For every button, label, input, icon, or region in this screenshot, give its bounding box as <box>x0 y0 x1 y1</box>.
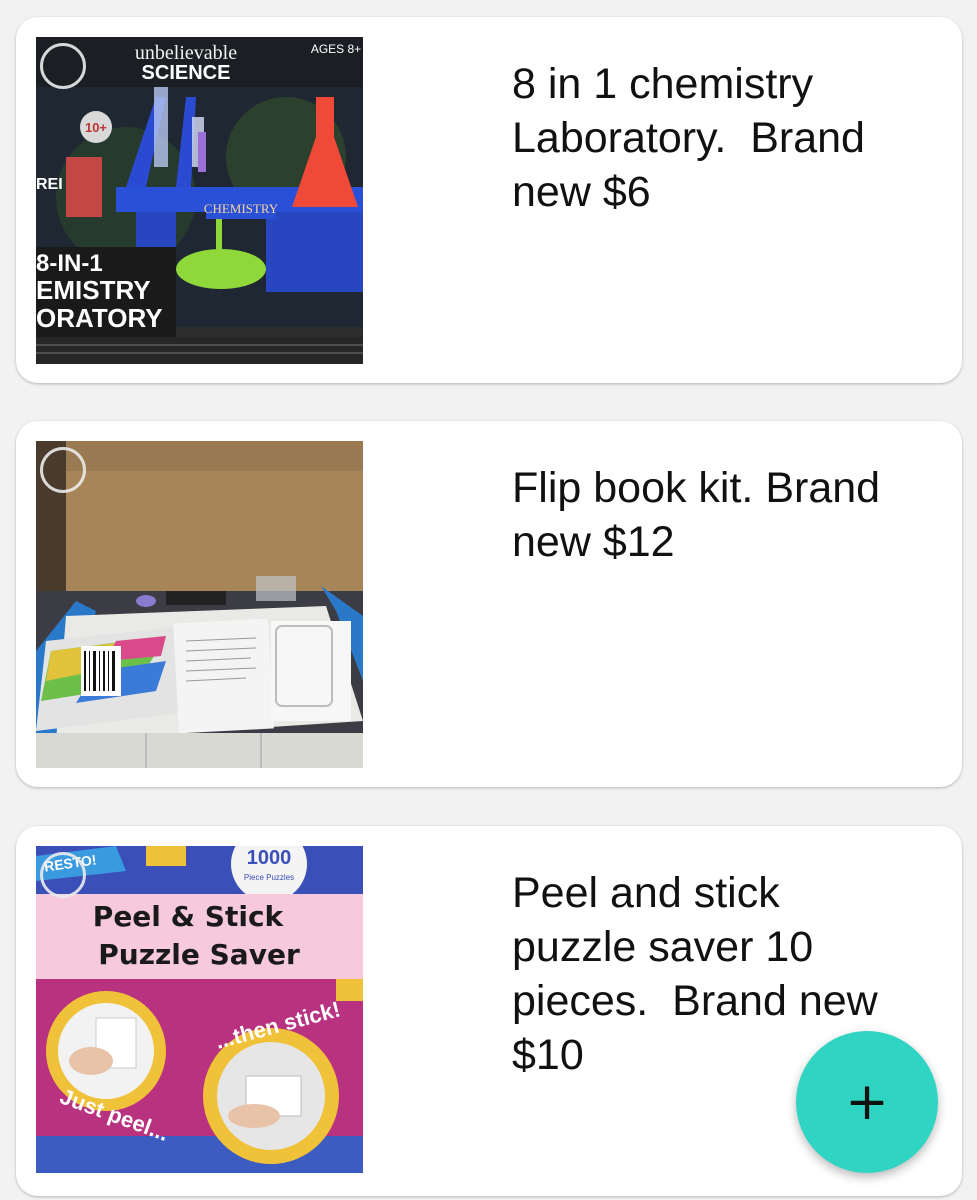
listing-description[interactable]: 8 in 1 chemistry Laboratory. Brand new $… <box>512 57 932 219</box>
listing-photo[interactable]: RESTO! 1000 Piece Puzzles Peel & Stick P… <box>36 846 363 1173</box>
side-text: REI <box>36 176 63 193</box>
listing-photo[interactable] <box>36 441 363 768</box>
puzzle-saver-image: RESTO! 1000 Piece Puzzles Peel & Stick P… <box>36 846 363 1173</box>
badge-text: 10+ <box>85 120 107 135</box>
listing-card[interactable]: Flip book kit. Brand new $12 <box>16 421 962 787</box>
title-line1-text: Peel & Stick <box>93 900 285 933</box>
chemistry-kit-image: CHEMISTRY unbelievable SCIENCE AGES 8+ 1… <box>36 37 363 364</box>
title-line2-text: Puzzle Saver <box>98 938 300 971</box>
listing-list: CHEMISTRY unbelievable SCIENCE AGES 8+ 1… <box>0 0 977 1200</box>
product-line2-text: EMISTRY <box>36 275 151 305</box>
add-listing-button[interactable]: + <box>796 1031 938 1173</box>
badge-number-text: 1000 <box>247 847 292 869</box>
plus-icon: + <box>845 1072 889 1132</box>
listing-photo[interactable]: CHEMISTRY unbelievable SCIENCE AGES 8+ 1… <box>36 37 363 364</box>
ages-text: AGES 8+ <box>311 42 361 56</box>
product-line1-text: 8-IN-1 <box>36 250 103 277</box>
box-label-text: CHEMISTRY <box>204 201 279 216</box>
select-circle-icon[interactable] <box>40 43 86 89</box>
select-circle-icon[interactable] <box>40 447 86 493</box>
brand-top-text: unbelievable <box>135 42 237 64</box>
product-line3-text: ORATORY <box>36 303 163 333</box>
select-circle-icon[interactable] <box>40 852 86 898</box>
flip-book-kit-image <box>36 441 363 768</box>
listing-card[interactable]: CHEMISTRY unbelievable SCIENCE AGES 8+ 1… <box>16 17 962 383</box>
brand-main-text: SCIENCE <box>142 62 231 84</box>
badge-sub-text: Piece Puzzles <box>244 873 294 882</box>
listing-description[interactable]: Flip book kit. Brand new $12 <box>512 461 932 569</box>
